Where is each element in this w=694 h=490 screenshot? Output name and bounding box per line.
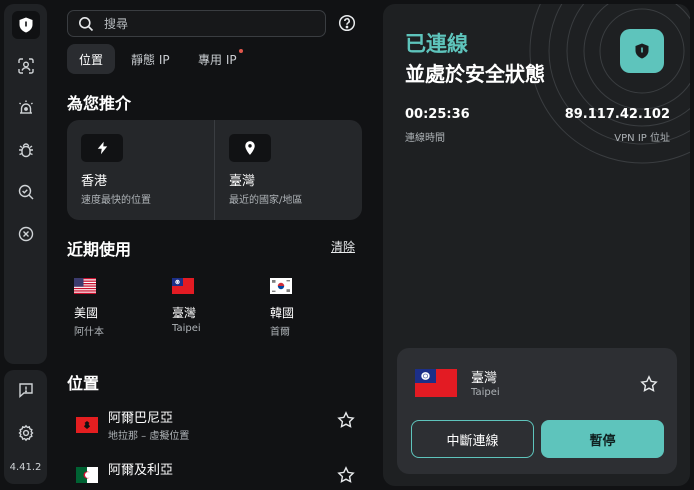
search-box (67, 10, 326, 37)
shield-icon (635, 43, 649, 59)
bug-icon (19, 143, 33, 158)
location-sub: 地拉那 – 虛擬位置 (108, 431, 190, 442)
sidebar-item-scan[interactable] (12, 178, 40, 206)
recommended-name: 香港 (81, 174, 108, 189)
taiwan-flag-icon (172, 278, 194, 294)
sidebar (4, 4, 47, 364)
connection-duration: 00:25:36 (405, 107, 470, 122)
sidebar-item-vpn[interactable] (12, 11, 40, 39)
sidebar-item-antivirus[interactable] (12, 136, 40, 164)
albania-flag-icon (76, 417, 98, 433)
tab-label: 位置 (79, 52, 104, 67)
help-icon[interactable] (338, 14, 356, 32)
recent-sub: Taipei (172, 323, 201, 334)
face-scan-icon (18, 58, 34, 74)
sidebar-item-alerts[interactable] (12, 94, 40, 122)
feedback-button[interactable] (12, 376, 40, 404)
search-icon (79, 17, 94, 32)
star-icon[interactable] (640, 375, 658, 393)
recent-sub: 首爾 (270, 327, 290, 338)
recent-name: 美國 (74, 306, 99, 320)
chat-alert-icon (19, 383, 33, 399)
recommended-sub: 最近的國家/地區 (229, 195, 303, 206)
vpn-ip: 89.117.42.102 (564, 107, 670, 122)
divider (214, 120, 215, 220)
locations-title: 位置 (67, 374, 100, 393)
alarm-icon (19, 100, 33, 114)
us-flag-icon (74, 278, 96, 294)
recommended-name: 臺灣 (229, 174, 256, 189)
recommended-sub: 速度最快的位置 (81, 195, 151, 206)
recent-item[interactable]: 韓國 首爾 (270, 278, 350, 338)
location-name: 阿爾及利亞 (108, 463, 174, 478)
connection-panel: 已連線 並處於安全狀態 00:25:36 連線時間 89.117.42.102 … (383, 4, 690, 486)
close-circle-icon (18, 226, 34, 242)
tab-label: 靜態 IP (131, 52, 170, 67)
location-name: 阿爾巴尼亞 (108, 411, 174, 426)
connection-status-sub: 並處於安全狀態 (405, 62, 545, 86)
recommended-card: 香港 速度最快的位置 臺灣 最近的國家/地區 (67, 120, 362, 220)
connection-duration-label: 連線時間 (405, 133, 445, 144)
gear-icon (18, 424, 34, 442)
recent-name: 臺灣 (172, 306, 197, 320)
sidebar-item-blocker[interactable] (12, 220, 40, 248)
current-location-card: 臺灣 Taipei 中斷連線 暫停 (397, 348, 677, 474)
recent-item[interactable]: 臺灣 Taipei (172, 278, 252, 334)
tab-locations[interactable]: 位置 (67, 44, 116, 74)
taiwan-flag-icon (415, 369, 457, 397)
notification-dot (238, 49, 243, 53)
algeria-flag-icon (76, 467, 98, 483)
star-icon[interactable] (337, 466, 355, 484)
star-icon[interactable] (337, 411, 355, 429)
vpn-shield-badge (620, 29, 664, 73)
recent-item[interactable]: 美國 阿什本 (74, 278, 154, 338)
tab-dedicated-ip[interactable]: 專用 IP (198, 44, 243, 74)
recent-sub: 阿什本 (74, 327, 104, 338)
location-row[interactable]: 阿爾及利亞 (67, 459, 362, 490)
pause-button[interactable]: 暫停 (541, 420, 664, 458)
location-pin-icon (229, 134, 271, 162)
clear-recent-link[interactable]: 清除 (331, 238, 355, 255)
location-row[interactable]: 阿爾巴尼亞 地拉那 – 虛擬位置 (67, 407, 362, 447)
connection-status: 已連線 (405, 32, 468, 56)
korea-flag-icon (270, 278, 292, 294)
tab-static-ip[interactable]: 靜態 IP (131, 44, 170, 74)
tab-label: 專用 IP (198, 52, 237, 67)
current-location-name: 臺灣 (471, 371, 498, 386)
app-version: 4.41.2 (9, 462, 42, 473)
settings-button[interactable] (12, 419, 40, 447)
recent-name: 韓國 (270, 306, 295, 320)
current-location-sub: Taipei (471, 387, 500, 398)
sidebar-bottom: 4.41.2 (4, 370, 47, 484)
shield-icon (19, 17, 33, 33)
disconnect-button[interactable]: 中斷連線 (411, 420, 534, 458)
lightning-icon (81, 134, 123, 162)
recommended-title: 為您推介 (67, 94, 132, 113)
search-input[interactable] (104, 15, 304, 33)
magnify-check-icon (18, 184, 34, 200)
recent-title: 近期使用 (67, 240, 132, 259)
vpn-ip-label: VPN IP 位址 (614, 133, 670, 144)
sidebar-item-identity[interactable] (12, 52, 40, 80)
